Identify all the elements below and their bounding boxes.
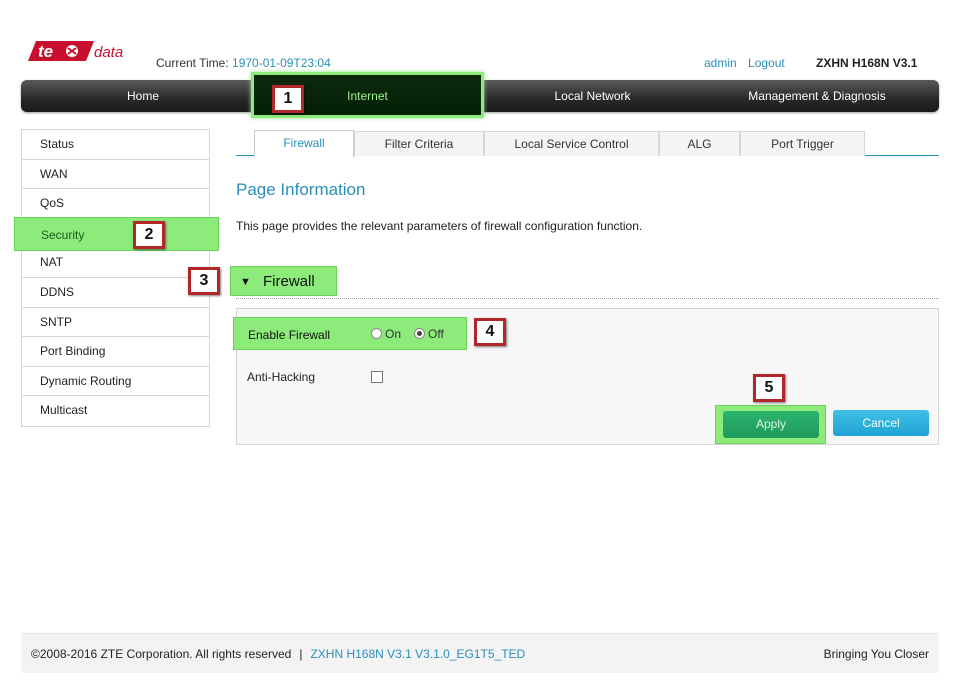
model-name: ZXHN H168N V3.1 <box>816 56 918 70</box>
user-link[interactable]: admin <box>704 56 737 70</box>
nav-local-network[interactable]: Local Network <box>490 80 695 112</box>
te-data-logo: te data <box>28 41 123 61</box>
radio-on-icon <box>371 328 382 339</box>
cancel-button[interactable]: Cancel <box>833 410 929 436</box>
sidebar-item-ddns[interactable]: DDNS <box>22 277 209 308</box>
apply-button[interactable]: Apply <box>723 411 819 438</box>
sidebar-item-multicast[interactable]: Multicast <box>22 396 209 426</box>
sidebar-item-status[interactable]: Status <box>22 130 209 160</box>
collapse-triangle-icon: ▼ <box>240 276 251 288</box>
firewall-off-label: Off <box>428 327 444 341</box>
user-links: admin Logout <box>704 56 793 70</box>
version-text: ZXHN H168N V3.1 V3.1.0_EG1T5_TED <box>310 647 526 661</box>
firewall-section-title: Firewall <box>263 273 315 290</box>
enable-firewall-row: Enable Firewall On Off <box>233 317 467 350</box>
tab-filter-criteria[interactable]: Filter Criteria <box>354 131 484 156</box>
current-time: Current Time: 1970-01-09T23:04 <box>156 56 331 70</box>
tab-alg[interactable]: ALG <box>659 131 740 156</box>
firewall-section-header[interactable]: ▼ Firewall <box>230 266 337 296</box>
sidebar-item-security-label: Security <box>41 228 85 242</box>
sidebar-item-dynamic-routing[interactable]: Dynamic Routing <box>22 366 209 397</box>
footer-left: ©2008-2016 ZTE Corporation. All rights r… <box>31 647 525 661</box>
anti-hacking-label: Anti-Hacking <box>247 370 316 384</box>
sidebar-item-sntp[interactable]: SNTP <box>22 307 209 338</box>
enable-firewall-label: Enable Firewall <box>248 328 331 342</box>
sidebar-item-wan[interactable]: WAN <box>22 159 209 190</box>
firewall-on-label: On <box>385 327 402 341</box>
anti-hacking-checkbox[interactable] <box>371 371 383 383</box>
callout-4: 4 <box>474 318 506 346</box>
callout-3: 3 <box>188 267 220 295</box>
nav-management-diagnosis[interactable]: Management & Diagnosis <box>713 80 921 112</box>
firewall-off-radio[interactable]: Off <box>414 327 444 341</box>
svg-text:data: data <box>94 44 123 61</box>
callout-1: 1 <box>272 85 304 113</box>
section-divider <box>236 298 939 299</box>
current-time-value: 1970-01-09T23:04 <box>232 56 331 70</box>
logout-link[interactable]: Logout <box>748 56 785 70</box>
callout-2: 2 <box>133 221 165 249</box>
footer-tagline: Bringing You Closer <box>823 647 929 661</box>
tab-firewall[interactable]: Firewall <box>254 130 354 157</box>
current-time-label: Current Time: <box>156 56 229 70</box>
nav-home[interactable]: Home <box>21 80 265 112</box>
callout-5: 5 <box>753 374 785 402</box>
sidebar-item-nat[interactable]: NAT <box>22 248 209 278</box>
copyright-text: ©2008-2016 ZTE Corporation. All rights r… <box>31 647 292 661</box>
sidebar-item-port-binding[interactable]: Port Binding <box>22 337 209 367</box>
radio-off-icon <box>414 328 425 339</box>
svg-text:te: te <box>38 42 53 61</box>
page-description: This page provides the relevant paramete… <box>236 219 643 233</box>
tab-bar: Firewall Filter Criteria Local Service C… <box>236 129 939 157</box>
sidebar-item-qos[interactable]: QoS <box>22 189 209 219</box>
firewall-on-radio[interactable]: On <box>371 327 401 341</box>
tab-local-service-control[interactable]: Local Service Control <box>484 131 659 156</box>
footer-separator: | <box>299 647 303 661</box>
page-title: Page Information <box>236 180 366 199</box>
sidebar-item-security[interactable]: Security <box>14 217 219 251</box>
sidebar: Status WAN QoS NAT DDNS SNTP Port Bindin… <box>21 129 210 427</box>
tab-port-trigger[interactable]: Port Trigger <box>740 131 865 156</box>
